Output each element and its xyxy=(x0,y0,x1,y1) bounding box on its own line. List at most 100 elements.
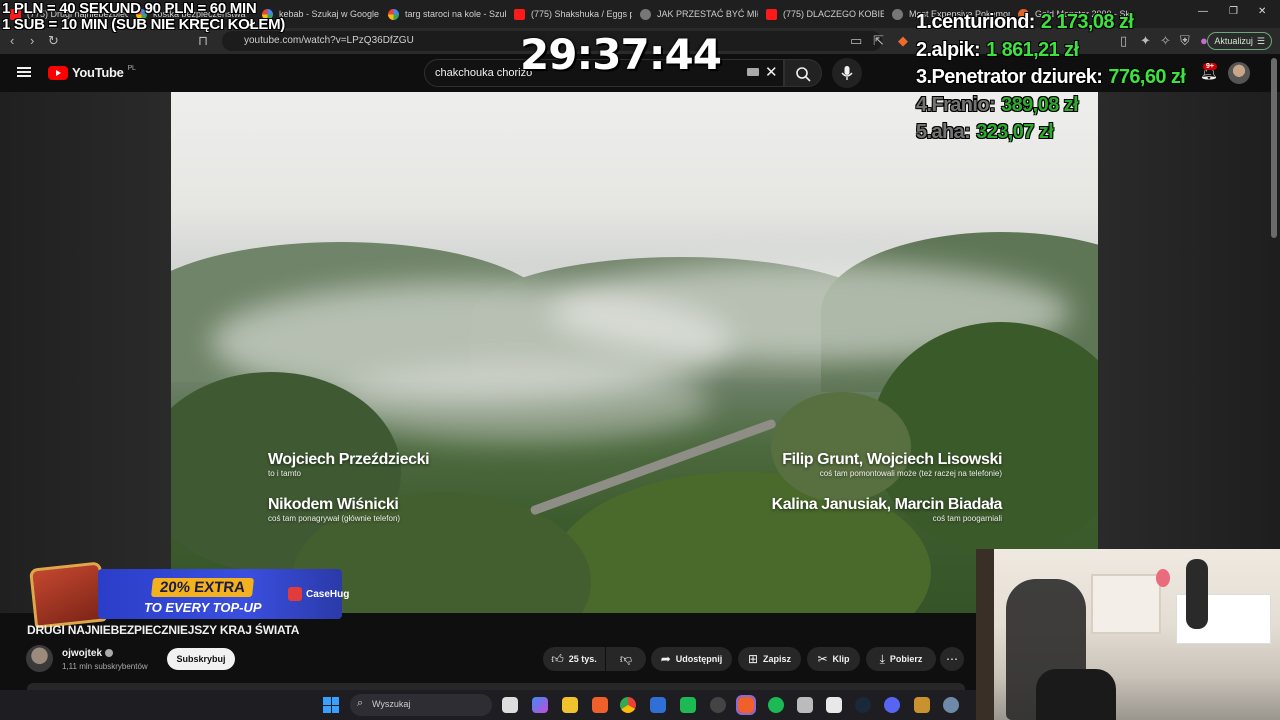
obs-icon[interactable] xyxy=(710,697,726,713)
browser-tab[interactable]: JAK PRZESTAĆ BYĆ MIŁYM xyxy=(632,2,758,26)
share-page-icon[interactable]: ⇱ xyxy=(873,33,884,49)
share-icon: ➦ xyxy=(660,652,671,666)
store-icon[interactable] xyxy=(650,697,666,713)
back-icon[interactable]: ‹ xyxy=(10,33,14,48)
account-avatar[interactable] xyxy=(1228,62,1250,84)
clear-search-icon[interactable]: ✕ xyxy=(765,63,778,81)
subscriber-count: 1,11 mln subskrybentów xyxy=(62,662,148,671)
screen: (775) Drugi najniebezpieczn kostka bezpie… xyxy=(0,0,1280,720)
cast-icon[interactable]: ▭ xyxy=(850,33,862,49)
calculator-icon[interactable] xyxy=(797,697,813,713)
search-button[interactable] xyxy=(784,59,822,87)
donation-amount: 776,60 zł xyxy=(1108,66,1186,88)
guide-menu-icon[interactable] xyxy=(17,67,31,77)
xbox-icon[interactable] xyxy=(680,697,696,713)
save-label: Zapisz xyxy=(763,654,792,664)
credit-name: Wojciech Przeździecki xyxy=(268,451,430,468)
spotify-icon[interactable] xyxy=(768,697,784,713)
ad-body: 20% EXTRA TO EVERY TOP-UP CaseHug xyxy=(98,569,349,619)
maximize-icon[interactable]: ❐ xyxy=(1229,6,1238,17)
channel-avatar[interactable] xyxy=(26,645,53,672)
youtube-logo[interactable]: YouTube PL xyxy=(48,65,136,80)
close-window-icon[interactable]: ✕ xyxy=(1258,6,1266,17)
mic-icon xyxy=(841,66,853,80)
tab-label: (775) Shakshuka / Eggs po xyxy=(531,9,632,19)
browser-tab[interactable]: (775) DLACZEGO KOBIETY xyxy=(758,2,884,26)
person-figure xyxy=(1186,559,1208,629)
globe-icon xyxy=(640,8,651,20)
taskbar-search[interactable]: ⌕ Wyszukaj xyxy=(350,694,492,716)
channel-name[interactable]: ojwojtek xyxy=(62,648,114,659)
subscribe-button[interactable]: Subskrybuj xyxy=(167,648,235,670)
more-actions-button[interactable]: ⋯ xyxy=(940,647,964,671)
ad-brand-name: CaseHug xyxy=(306,588,350,600)
sponsor-ad-banner: 20% EXTRA TO EVERY TOP-UP CaseHug xyxy=(29,561,349,629)
settings-icon[interactable] xyxy=(943,697,959,713)
video-player[interactable]: Wojciech Przeździecki to i tamto Nikodem… xyxy=(171,92,1098,613)
donor-name: 5.aha: xyxy=(916,121,971,143)
tab-label: targ staroci na kole - Szuk xyxy=(405,9,506,19)
chrome-icon[interactable] xyxy=(620,697,636,713)
url-text: youtube.com/watch?v=LPzQ36DfZGU xyxy=(244,35,414,46)
donor-name: 2.alpik: xyxy=(916,38,981,61)
discord-icon[interactable] xyxy=(884,697,900,713)
credit-name: Nikodem Wiśnicki xyxy=(268,496,399,513)
task-view-icon[interactable] xyxy=(502,697,518,713)
save-icon: ⊞ xyxy=(747,652,759,666)
update-button[interactable]: Aktualizuj ☰ xyxy=(1207,32,1272,50)
ad-brand: CaseHug xyxy=(288,587,349,601)
browser-tab[interactable]: (775) Shakshuka / Eggs po xyxy=(506,2,632,26)
start-button-icon[interactable] xyxy=(323,697,339,713)
donor-name: 4.Franio: xyxy=(916,93,996,116)
tree-canopy xyxy=(771,392,911,502)
clip-button[interactable]: ✂ Klip xyxy=(807,647,860,671)
donor-name: 3.Penetrator dziurek: xyxy=(916,66,1103,88)
donation-amount: 323,07 zł xyxy=(976,121,1054,143)
credit-role: coś tam pomontowali może (też raczej na … xyxy=(819,469,1002,478)
search-query: chakchouka chorizo xyxy=(435,67,533,79)
search-icon: ⌕ xyxy=(357,697,364,709)
steam-icon[interactable] xyxy=(855,697,871,713)
scissors-icon: ✂ xyxy=(817,652,828,666)
brave-icon[interactable] xyxy=(592,697,608,713)
channel-name-text: ojwojtek xyxy=(62,648,103,659)
leaderboard-row: 2.alpik: 1 861,21 zł xyxy=(916,37,1185,65)
dislike-button[interactable]: 👎︎ xyxy=(606,647,646,671)
rules-line: 1 SUB = 10 MIN (SUB NIE KRĘCI KOŁEM) xyxy=(2,16,285,33)
voice-search-button[interactable] xyxy=(832,58,862,88)
leaderboard-row: 3.Penetrator dziurek: 776,60 zł xyxy=(916,64,1186,92)
leaderboard-row: 5.aha: 323,07 zł xyxy=(916,119,1185,147)
donor-name: 1.centuriond: xyxy=(916,11,1035,33)
copilot-icon[interactable] xyxy=(532,697,548,713)
video-title: DRUGI NAJNIEBEZPIECZNIEJSZY KRAJ ŚWIATA xyxy=(27,623,300,637)
youtube-icon xyxy=(766,8,777,20)
browser-tab[interactable]: targ staroci na kole - Szuk xyxy=(380,2,506,26)
taskbar-search-placeholder: Wyszukaj xyxy=(372,699,411,709)
thumbs-up-icon: 👍︎ xyxy=(551,651,564,666)
credit-block: Kalina Janusiak, Marcin Biadała coś tam … xyxy=(772,496,1003,523)
file-explorer-icon[interactable] xyxy=(562,697,578,713)
download-button[interactable]: ⤓ Pobierz xyxy=(866,647,936,671)
brave-active-icon[interactable] xyxy=(736,695,756,715)
save-button[interactable]: ⊞ Zapisz xyxy=(738,647,801,671)
like-button[interactable]: 👍︎ 25 tys. xyxy=(543,647,605,671)
leaderboard-row: 4.Franio: 389,08 zł xyxy=(916,92,1185,120)
minimize-icon[interactable]: — xyxy=(1198,6,1208,17)
reload-icon[interactable]: ↻ xyxy=(48,33,59,49)
keyboard-icon[interactable] xyxy=(747,68,759,76)
more-icon: ⋯ xyxy=(946,652,958,666)
brave-shield-icon[interactable]: ◆ xyxy=(898,33,908,49)
game-icon[interactable] xyxy=(914,697,930,713)
globe-icon xyxy=(892,8,903,20)
notepad-icon[interactable] xyxy=(826,697,842,713)
youtube-icon xyxy=(514,8,525,20)
bookmark-icon[interactable]: ⊓ xyxy=(198,33,208,49)
google-icon xyxy=(388,8,399,20)
share-label: Udostępnij xyxy=(675,654,723,664)
donation-amount: 389,08 zł xyxy=(1001,93,1078,116)
share-button[interactable]: ➦ Udostępnij xyxy=(651,647,732,671)
page-scrollbar[interactable] xyxy=(1271,58,1277,238)
forward-icon[interactable]: › xyxy=(30,33,34,48)
search-icon xyxy=(796,67,811,82)
door-frame xyxy=(976,549,994,720)
